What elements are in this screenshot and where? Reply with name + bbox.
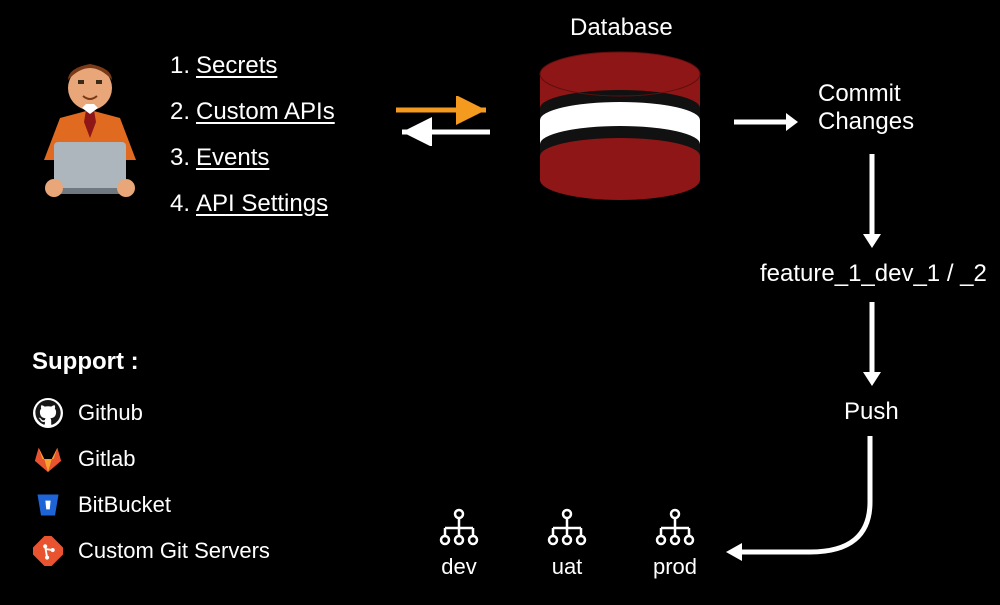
list-item-api-settings[interactable]: 4.API Settings xyxy=(170,190,335,218)
developer-illustration xyxy=(30,60,150,215)
commit-changes-node: Commit Changes xyxy=(818,80,914,136)
support-block: Support : Github Gitlab Bi xyxy=(32,348,270,574)
arrow-db-to-commit xyxy=(730,110,800,134)
env-dev: dev xyxy=(424,508,494,580)
list-item-secrets[interactable]: 1.Secrets xyxy=(170,52,335,80)
bitbucket-icon xyxy=(32,489,64,521)
support-custom-git: Custom Git Servers xyxy=(32,528,270,574)
github-icon xyxy=(32,397,64,429)
arrow-commit-to-feature xyxy=(860,150,884,250)
support-title: Support : xyxy=(32,348,270,376)
config-list: 1.Secrets 2.Custom APIs 3.Events 4.API S… xyxy=(170,52,335,218)
env-prod: prod xyxy=(640,508,710,580)
database-label: Database xyxy=(570,14,673,42)
support-gitlab: Gitlab xyxy=(32,436,270,482)
support-bitbucket: BitBucket xyxy=(32,482,270,528)
list-item-custom-apis[interactable]: 2.Custom APIs xyxy=(170,98,335,126)
push-label: Push xyxy=(844,398,899,426)
env-uat: uat xyxy=(532,508,602,580)
gitlab-icon xyxy=(32,443,64,475)
bidirectional-arrows xyxy=(390,96,500,146)
database-icon xyxy=(530,50,710,210)
git-icon xyxy=(32,535,64,567)
branch-tree-icon xyxy=(655,508,695,548)
branch-tree-icon xyxy=(547,508,587,548)
support-github: Github xyxy=(32,390,270,436)
env-row: dev uat prod xyxy=(424,508,710,580)
arrow-push-to-envs xyxy=(720,432,920,582)
arrow-feature-to-push xyxy=(860,298,884,388)
list-item-events[interactable]: 3.Events xyxy=(170,144,335,172)
branch-tree-icon xyxy=(439,508,479,548)
feature-branch-label: feature_1_dev_1 / _2 xyxy=(760,260,987,288)
